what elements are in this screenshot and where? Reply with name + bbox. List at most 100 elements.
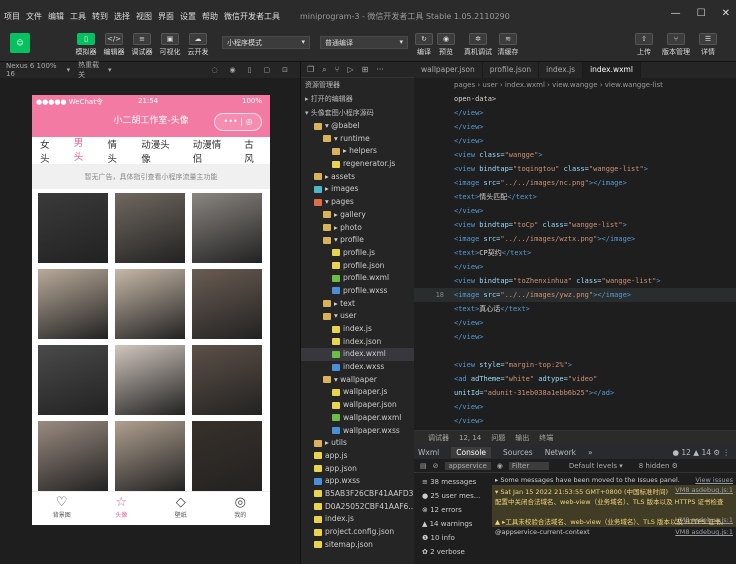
file-tree-item[interactable]: profile.json — [301, 260, 414, 273]
avatar-photo[interactable] — [192, 193, 262, 263]
tab-4[interactable]: 动漫情侣 — [193, 137, 229, 165]
avatar-photo[interactable] — [38, 269, 108, 339]
tab-1[interactable]: 男头 — [73, 135, 92, 167]
version-button[interactable]: ⑂ 版本管理 — [660, 33, 692, 57]
file-tree-item[interactable]: ▸ text — [301, 298, 414, 311]
file-tree-item[interactable]: profile.wxss — [301, 285, 414, 298]
debugger-button[interactable]: ≡ 调试器 — [128, 33, 156, 57]
file-tree-item[interactable]: app.json — [301, 463, 414, 476]
menu-item[interactable]: 界面 — [158, 11, 174, 22]
cloud-button[interactable]: ☁ 云开发 — [184, 33, 212, 57]
close-icon[interactable]: ✕ — [722, 8, 730, 19]
source-link[interactable]: VM8 asdebug.js:1 — [675, 528, 733, 536]
file-tree-item[interactable]: ▾ pages — [301, 196, 414, 209]
file-tree-item[interactable]: regenerator.js — [301, 158, 414, 171]
menu-item[interactable]: 微信开发者工具 — [224, 11, 280, 22]
devtools-top-tab[interactable]: 问题 — [491, 433, 505, 443]
clear-cache-button[interactable]: ≋ 清缓存 — [494, 33, 522, 57]
tabbar-item[interactable]: ◇ 壁纸 — [151, 492, 211, 525]
avatar-photo[interactable] — [115, 193, 185, 263]
visual-button[interactable]: ▣ 可视化 — [156, 33, 184, 57]
avatar-photo[interactable] — [38, 193, 108, 263]
extensions-icon[interactable]: ⊞ — [362, 65, 369, 74]
file-tree-item[interactable]: B5AB3F26CBF41AAFD3... — [301, 488, 421, 501]
file-tree-item[interactable]: wallpaper.wxml — [301, 412, 414, 425]
file-tree-item[interactable]: ▸ gallery — [301, 209, 414, 222]
avatar-photo[interactable] — [115, 269, 185, 339]
capsule-button[interactable]: ••• | ◎ — [214, 113, 262, 131]
console-filter-item[interactable]: ❶ 10 info — [414, 531, 490, 545]
file-tree-item[interactable]: ▸ images — [301, 183, 414, 196]
console-filter-item[interactable]: ✿ 2 verbose — [414, 545, 490, 559]
avatar-photo[interactable] — [192, 269, 262, 339]
file-tree-item[interactable]: ▾ runtime — [301, 133, 414, 146]
remote-debug-button[interactable]: ✲ 真机调试 — [462, 33, 494, 57]
simulator-button[interactable]: ▯ 模拟器 — [72, 33, 100, 57]
device-select[interactable]: Nexus 6 100% 16 — [6, 62, 59, 78]
file-tree-item[interactable]: project.config.json — [301, 526, 414, 539]
avatar-photo[interactable] — [115, 421, 185, 491]
menu-item[interactable]: 工具 — [70, 11, 86, 22]
preview-button[interactable]: ◉ 预览 — [432, 33, 460, 57]
context-select[interactable]: appservice — [444, 461, 491, 470]
tabbar-item[interactable]: ◎ 我的 — [211, 492, 271, 525]
file-tree-item[interactable]: ▸ helpers — [301, 145, 414, 158]
menu-item[interactable]: 编辑 — [48, 11, 64, 22]
minimize-icon[interactable]: — — [671, 8, 681, 19]
editor-tab[interactable]: index.wxml — [583, 62, 641, 78]
tabbar-item[interactable]: ☆ 头像 — [92, 492, 152, 525]
source-link[interactable]: VM8 asdebug.js:1 — [675, 486, 733, 494]
menu-item[interactable]: 设置 — [180, 11, 196, 22]
source-link[interactable]: View issues — [695, 476, 733, 484]
file-tree-item[interactable]: index.wxml — [301, 348, 414, 362]
console-filter-item[interactable]: ● 25 user mes... — [414, 489, 490, 503]
file-tree-item[interactable]: wallpaper.js — [301, 386, 414, 399]
more-icon[interactable]: ··· — [376, 65, 384, 74]
file-tree-item[interactable]: ▾ profile — [301, 234, 414, 247]
devtools-tab[interactable]: » — [588, 448, 593, 457]
file-tree-item[interactable]: sitemap.json — [301, 539, 414, 552]
console-filter-item[interactable]: ≡ 38 messages — [414, 475, 490, 489]
details-button[interactable]: ☰ 详情 — [694, 33, 722, 57]
sim-controls-icon[interactable]: ◌◉▯▢⊡ — [211, 66, 300, 74]
devtools-tab[interactable]: Sources — [503, 448, 533, 457]
clear-icon[interactable]: ⊘ — [433, 462, 439, 470]
avatar[interactable]: ☺ — [6, 33, 34, 55]
devtools-tab[interactable]: Console — [451, 446, 492, 458]
devtools-top-tab[interactable]: 输出 — [515, 433, 529, 443]
devtools-tab[interactable]: Wxml — [418, 448, 439, 457]
project-root[interactable]: ▾ 头像套图小程序源码 — [301, 106, 414, 120]
menu-item[interactable]: 转到 — [92, 11, 108, 22]
menu-item[interactable]: 帮助 — [202, 11, 218, 22]
file-tree-item[interactable]: index.json — [301, 336, 414, 349]
file-tree-item[interactable]: app.js — [301, 450, 414, 463]
menu-item[interactable]: 项目 — [4, 11, 20, 22]
avatar-photo[interactable] — [38, 421, 108, 491]
mode-select[interactable]: 小程序模式 ▾ — [222, 36, 310, 49]
file-tree-item[interactable]: D0A25052CBF41AAF6... — [301, 501, 415, 514]
file-tree-item[interactable]: index.js — [301, 513, 414, 526]
editor-button[interactable]: </> 编辑器 — [100, 33, 128, 57]
devtools-top-tab[interactable]: 调试器 — [428, 433, 449, 443]
avatar-photo[interactable] — [115, 345, 185, 415]
filter-input[interactable]: Filter — [508, 461, 549, 470]
tab-2[interactable]: 情头 — [108, 137, 126, 165]
devtools-top-tab[interactable]: 12, 14 — [459, 434, 481, 442]
file-tree-item[interactable]: index.js — [301, 323, 414, 336]
compile-select[interactable]: 普通编译 ▾ — [320, 36, 408, 49]
console-filter-item[interactable]: ▲ 14 warnings — [414, 517, 490, 531]
eye-icon[interactable]: ◉ — [497, 462, 503, 470]
avatar-photo[interactable] — [192, 345, 262, 415]
file-tree-item[interactable]: ▸ assets — [301, 171, 414, 184]
avatar-photo[interactable] — [38, 345, 108, 415]
file-tree-item[interactable]: app.wxss — [301, 475, 414, 488]
tabbar-item[interactable]: ♡ 背景图 — [32, 492, 92, 525]
file-tree-item[interactable]: profile.js — [301, 247, 414, 260]
menu-item[interactable]: 选择 — [114, 11, 130, 22]
file-tree-item[interactable]: index.wxss — [301, 361, 414, 374]
editor-tab[interactable]: profile.json — [483, 62, 540, 78]
file-tree-item[interactable]: wallpaper.json — [301, 399, 414, 412]
tab-3[interactable]: 动漫头像 — [141, 137, 177, 165]
devtools-top-tab[interactable]: 终端 — [539, 433, 553, 443]
file-tree-item[interactable]: profile.wxml — [301, 272, 414, 285]
